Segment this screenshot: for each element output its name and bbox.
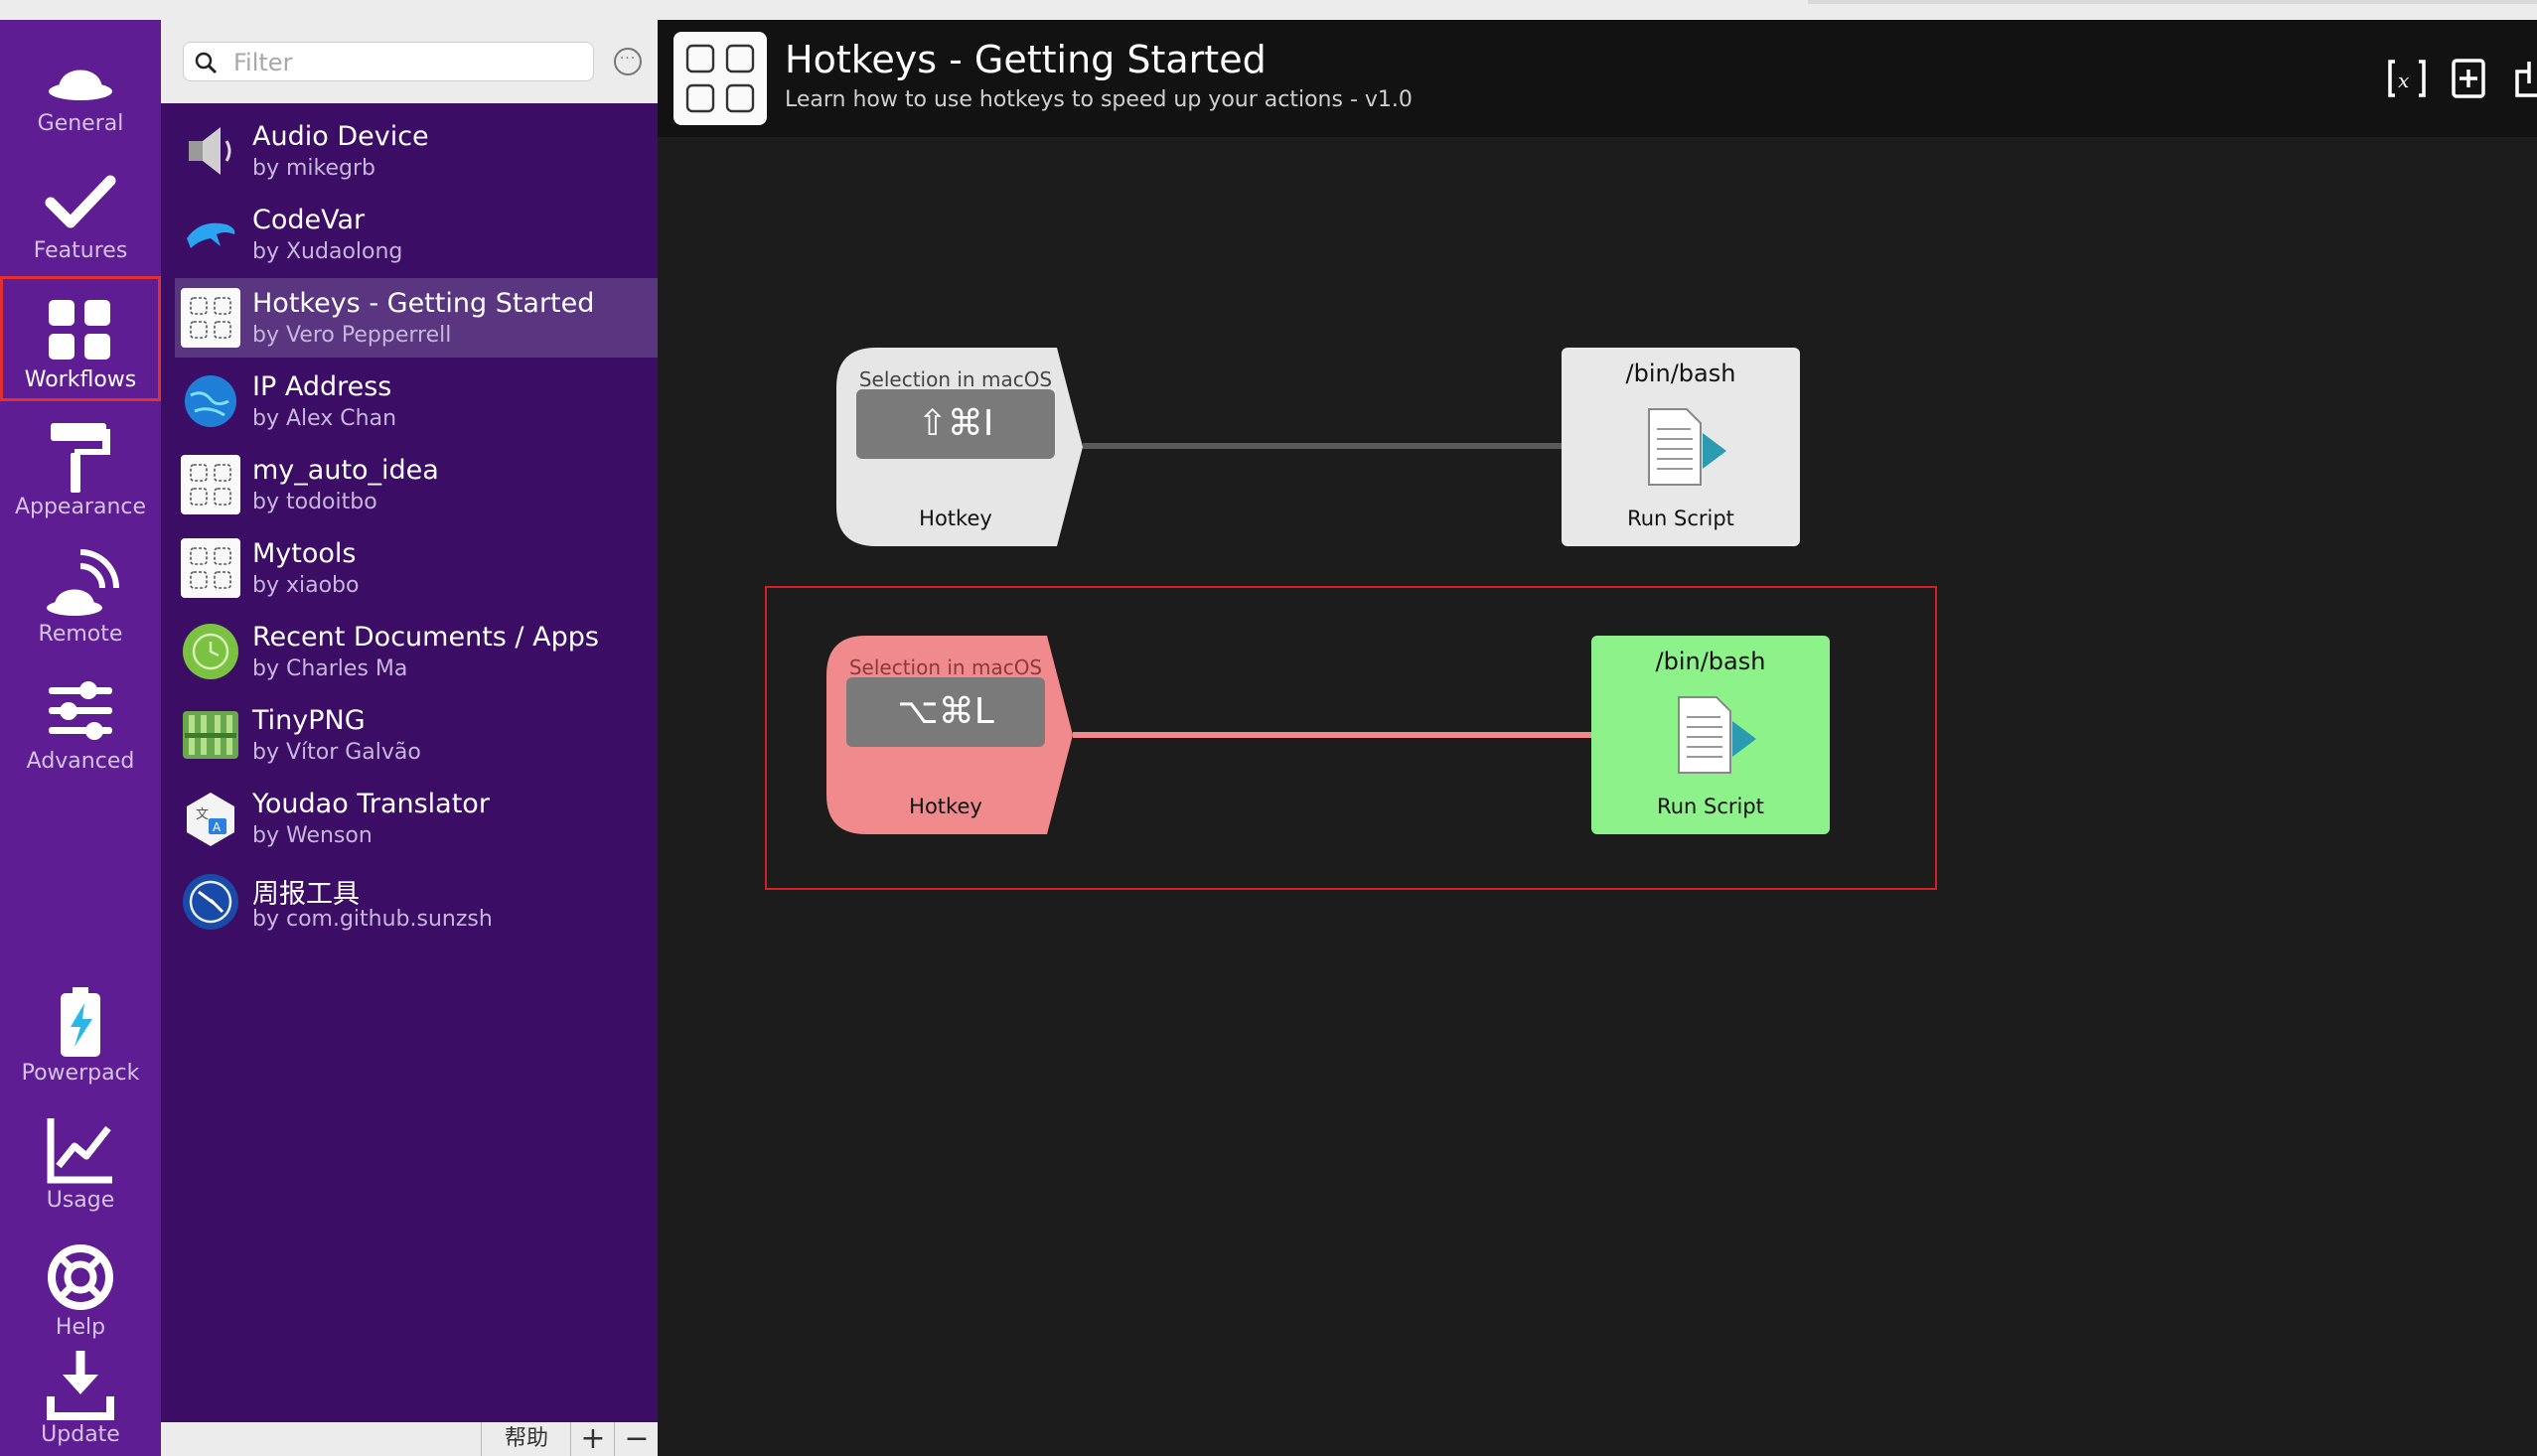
workflow-title: Hotkeys - Getting Started [785,38,1267,81]
nav-appearance[interactable]: Appearance [0,403,161,528]
filter-input[interactable] [231,47,583,78]
help-button[interactable]: 帮助 [481,1422,571,1456]
workflow-item-mytools[interactable]: Mytools by xiaobo [175,528,658,608]
grid-icon [181,455,240,514]
nav-update[interactable]: Update [0,1331,161,1456]
remove-workflow-button[interactable]: − [614,1422,659,1456]
filter-bar: ··· [161,20,658,103]
dolphin-icon [187,222,235,248]
globe-icon [185,375,236,427]
nav-workflows[interactable]: Workflows [0,276,161,401]
speaker-icon [189,127,231,175]
translate-icon: 文A [187,793,234,846]
workflow-icon[interactable] [673,32,767,125]
add-workflow-button[interactable]: + [570,1422,615,1456]
workflow-item-codevar[interactable]: CodeVar by Xudaolong [175,195,658,274]
svg-text:x: x [2398,69,2409,92]
clock-icon [183,624,238,679]
workflow-item-youdao-translator[interactable]: 文A Youdao Translator by Wenson [175,779,658,858]
grid-icon [49,300,110,360]
add-object-icon[interactable] [2448,58,2489,99]
nav-general[interactable]: General [0,20,161,145]
workflow-item-ip-address[interactable]: IP Address by Alex Chan [175,362,658,441]
svg-text:文: 文 [196,807,209,822]
hotkey-trigger-node[interactable]: Selection in macOS ⌥⌘L Hotkey [826,636,1073,834]
grid-icon [181,538,240,598]
checkmark-icon [45,175,116,228]
lifebuoy-icon [48,1244,113,1310]
preferences-nav: General Features Workflows Appearance Re… [0,20,161,1456]
battery-bolt-icon [61,987,100,1057]
workflow-header: Hotkeys - Getting Started Learn how to u… [658,20,2537,137]
chart-line-icon [47,1118,112,1184]
workflow-item-hotkeys[interactable]: Hotkeys - Getting Started by Vero Pepper… [175,278,658,358]
connector-line[interactable] [1073,732,1593,738]
run-script-node[interactable]: /bin/bash Run Script [1562,348,1800,546]
workflow-item-tinypng[interactable]: TinyPNG by Vítor Galvão [175,695,658,775]
nav-powerpack[interactable]: Powerpack [0,969,161,1094]
svg-text:A: A [213,820,222,834]
workflow-item-weekly-report[interactable]: 周报工具 by com.github.sunzsh [175,862,658,942]
paint-roller-icon [51,423,110,493]
list-bottom-bar: 帮助 + − [161,1422,658,1456]
workflow-list-panel: ··· Audio Device by mikegrb CodeVar by X… [161,20,658,1456]
filter-field[interactable] [183,42,594,81]
panda-icon [183,711,238,759]
more-options-button[interactable]: ··· [614,48,642,75]
nav-usage[interactable]: Usage [0,1096,161,1222]
download-icon [47,1351,114,1420]
script-document-icon [1648,408,1726,486]
hotkey-combo: ⌥⌘L [846,677,1045,747]
nav-features[interactable]: Features [0,147,161,272]
workflow-item-audio-device[interactable]: Audio Device by mikegrb [175,111,658,191]
share-icon[interactable] [2511,58,2537,99]
nav-remote[interactable]: Remote [0,530,161,655]
grid-icon [685,44,755,113]
nav-advanced[interactable]: Advanced [0,657,161,783]
remote-icon [47,549,119,616]
variables-icon[interactable]: x [2386,58,2428,99]
sliders-icon [49,681,112,740]
workflow-item-recent-documents[interactable]: Recent Documents / Apps by Charles Ma [175,612,658,691]
search-icon [195,52,218,74]
window-top-strip [0,0,2537,20]
compass-icon [183,874,238,930]
hat-icon [49,70,112,100]
script-document-icon [1678,696,1756,774]
connector-line[interactable] [1083,443,1564,449]
workflow-item-my-auto-idea[interactable]: my_auto_idea by todoitbo [175,445,658,524]
run-script-node[interactable]: /bin/bash Run Script [1591,636,1830,834]
workflow-subtitle: Learn how to use hotkeys to speed up you… [785,87,1413,112]
hotkey-combo: ⇧⌘I [856,389,1055,459]
hotkey-trigger-node[interactable]: Selection in macOS ⇧⌘I Hotkey [836,348,1083,546]
grid-icon [181,288,240,348]
